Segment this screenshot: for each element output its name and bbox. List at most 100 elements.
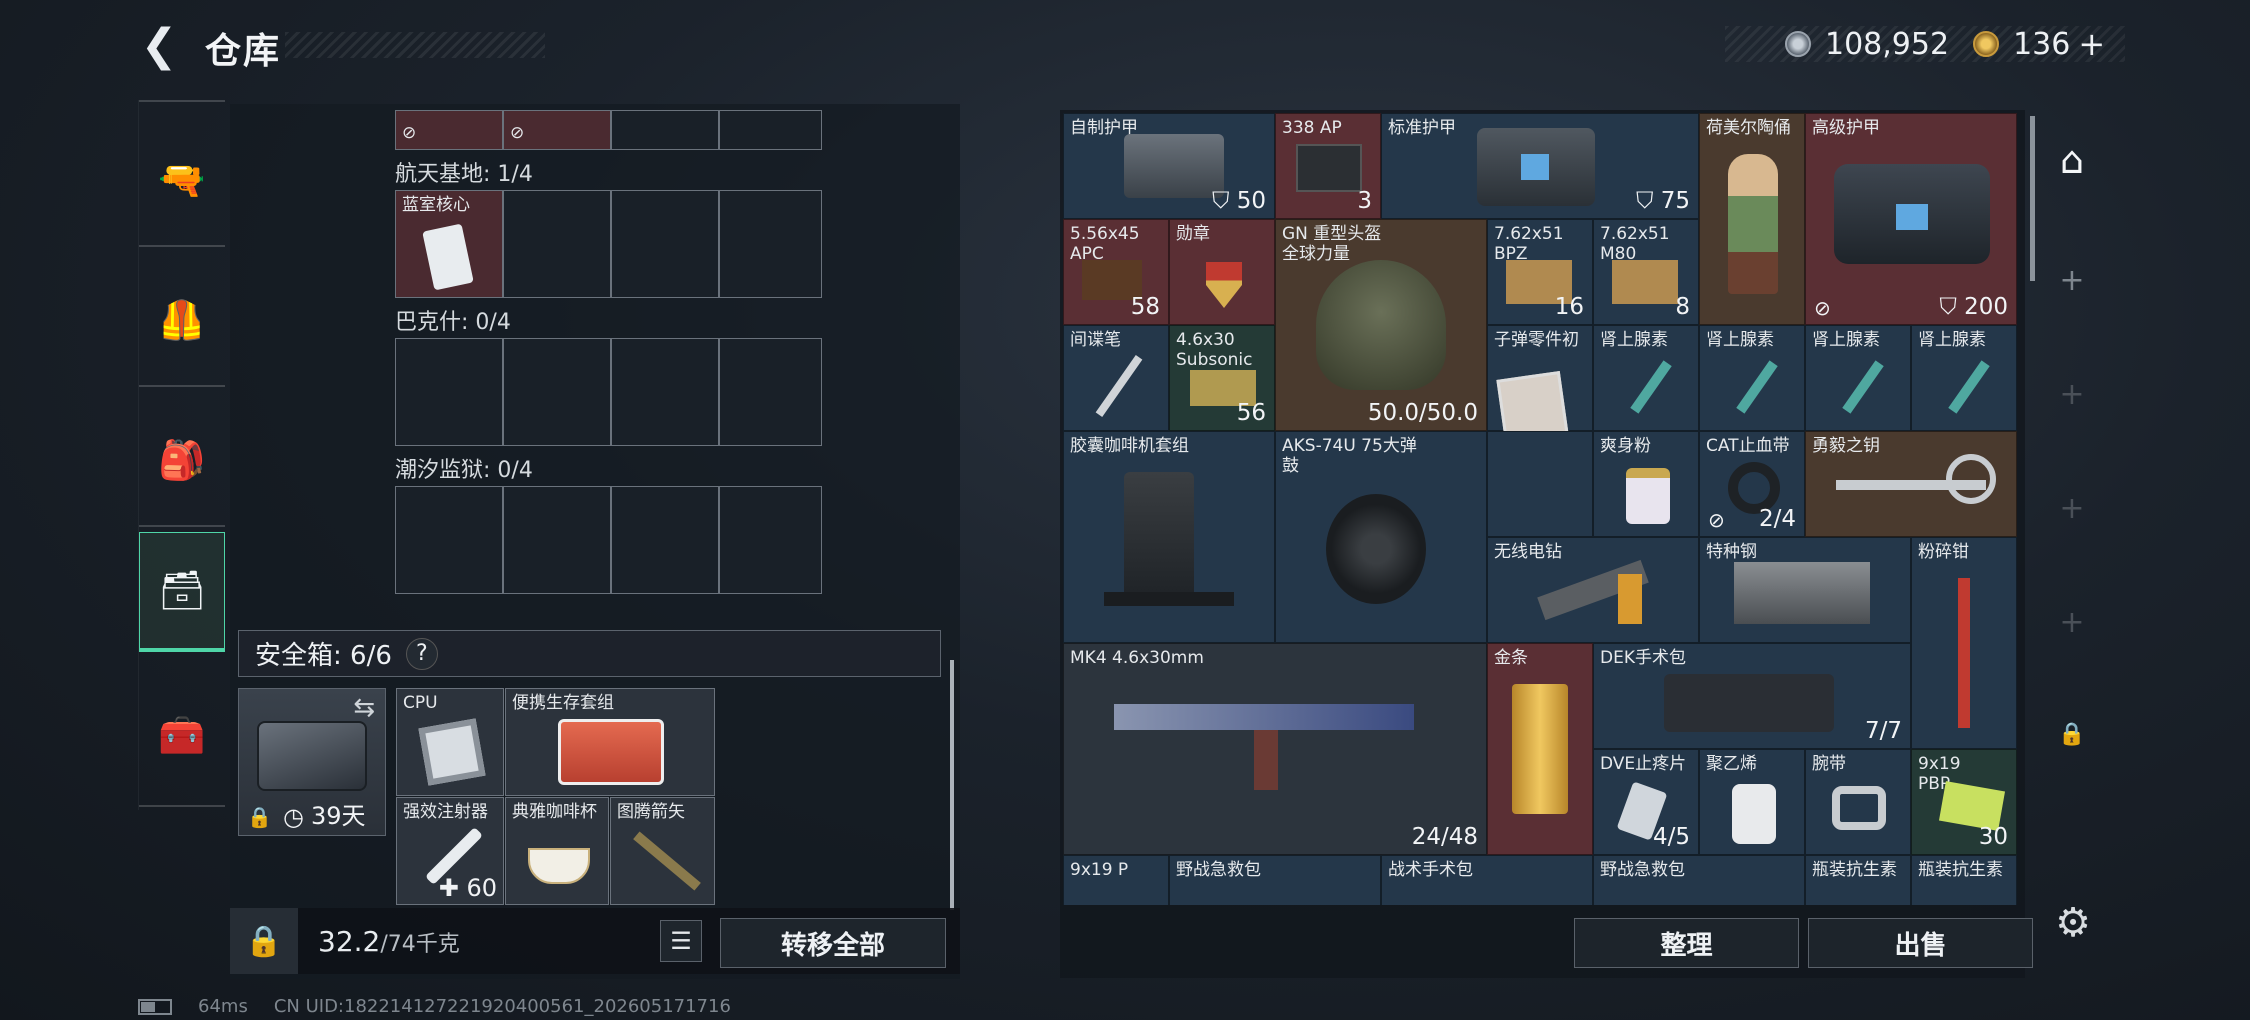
inventory-item[interactable]: DVE止疼片 4/5 <box>1593 749 1699 855</box>
inventory-item[interactable]: 338 AP 3 <box>1275 113 1381 219</box>
lock-icon: 🔒 <box>247 805 272 829</box>
storage-slot[interactable] <box>719 338 822 446</box>
item-name: 7.62x51 M80 <box>1600 224 1670 264</box>
storage-slot[interactable] <box>503 486 611 594</box>
armor-icon[interactable]: 🦺 <box>139 260 225 380</box>
inventory-item[interactable]: GN 重型头盔 全球力量 50.0/50.0 <box>1275 219 1487 431</box>
gold-bar-art <box>1512 684 1568 814</box>
inventory-item[interactable]: DEK手术包 7/7 <box>1593 643 1911 749</box>
inventory-item[interactable]: 标准护甲 ⛉ 75 <box>1381 113 1699 219</box>
toolbox-icon[interactable]: 🧰 <box>139 675 225 795</box>
storage-tab-main-icon[interactable]: ⌂ <box>2036 124 2108 196</box>
inventory-item[interactable]: 5.56x45 APC 58 <box>1063 219 1169 325</box>
vest-art <box>1477 128 1595 206</box>
scrollbar[interactable] <box>950 660 954 910</box>
safe-item-injector[interactable]: 强效注射器 ✚ 60 <box>396 797 504 905</box>
inventory-item[interactable]: 野战急救包 <box>1169 855 1381 905</box>
add-storage-button[interactable]: + <box>2036 358 2108 430</box>
inventory-item[interactable]: 特种钢 <box>1699 537 1911 643</box>
item-name: 标准护甲 <box>1388 118 1456 138</box>
inventory-item[interactable]: 野战急救包 <box>1593 855 1805 905</box>
scrollbar[interactable] <box>2030 116 2035 281</box>
safe-item-cpu[interactable]: CPU <box>396 688 504 796</box>
inventory-item[interactable]: 勋章 <box>1169 219 1275 325</box>
inventory-item[interactable]: 瓶装抗生素 <box>1805 855 1911 905</box>
inventory-item[interactable]: 战术手术包 <box>1381 855 1593 905</box>
add-storage-button[interactable]: + <box>2036 244 2108 316</box>
inventory-item[interactable]: AKS-74U 75大弹鼓 <box>1275 431 1487 643</box>
gear-icon[interactable]: ⚙ <box>2048 898 2098 948</box>
safe-case-slot[interactable]: ⇆ 🔒 ◷ 39天 <box>238 688 386 836</box>
inventory-item[interactable]: 肾上腺素 <box>1805 325 1911 431</box>
transfer-all-button[interactable]: 转移全部 <box>720 918 946 968</box>
item-name: 野战急救包 <box>1176 860 1261 880</box>
backpack-icon[interactable]: 🎒 <box>139 400 225 520</box>
swap-icon[interactable]: ⇆ <box>353 693 375 723</box>
container-icon[interactable]: 🗃 <box>139 532 225 652</box>
storage-slot[interactable] <box>719 486 822 594</box>
safe-item-coffee-cup[interactable]: 典雅咖啡杯 <box>505 797 609 905</box>
add-storage-button[interactable]: + <box>2036 586 2108 658</box>
item-name: 粉碎钳 <box>1918 542 1969 562</box>
inventory-item[interactable]: 聚乙烯 <box>1699 749 1805 855</box>
storage-slot[interactable]: ⊘ <box>503 110 611 150</box>
storage-slot[interactable] <box>611 338 719 446</box>
back-button[interactable]: ❮ <box>138 20 180 71</box>
storage-slot[interactable] <box>611 110 719 150</box>
item-name: 战术手术包 <box>1388 860 1473 880</box>
inventory-item[interactable]: CAT止血带 ⊘ 2/4 <box>1699 431 1805 537</box>
storage-slot[interactable] <box>719 190 822 298</box>
inventory-item[interactable]: 9x19 PBP 30 <box>1911 749 2017 855</box>
sell-button[interactable]: 出售 <box>1808 918 2033 968</box>
inventory-item[interactable] <box>1487 431 1593 537</box>
list-icon[interactable]: ☰ <box>660 920 702 962</box>
storage-slot[interactable]: 蓝室核心 <box>395 190 503 298</box>
clock-icon: ◷ <box>283 803 304 831</box>
item-name: 5.56x45 APC <box>1070 224 1140 264</box>
safe-box-header: 安全箱: 6/6 ? <box>238 630 941 677</box>
inventory-item[interactable]: 高级护甲 ⊘ ⛉ 200 <box>1805 113 2017 325</box>
inventory-item[interactable]: 粉碎钳 <box>1911 537 2017 749</box>
helmet-art <box>1316 260 1446 390</box>
inventory-item[interactable]: 胶囊咖啡机套组 <box>1063 431 1275 643</box>
storage-slot[interactable] <box>611 190 719 298</box>
inventory-item[interactable]: 9x19 P <box>1063 855 1169 905</box>
add-storage-button[interactable]: + <box>2036 472 2108 544</box>
cutter-art <box>1958 578 1970 728</box>
inventory-item[interactable]: 间谍笔 <box>1063 325 1169 431</box>
inventory-item[interactable]: 爽身粉 <box>1593 431 1699 537</box>
sort-button[interactable]: 整理 <box>1574 918 1799 968</box>
inventory-item[interactable]: 荷美尔陶俑 <box>1699 113 1805 325</box>
inventory-item[interactable]: 7.62x51 M80 8 <box>1593 219 1699 325</box>
item-count: 7/7 <box>1864 718 1902 744</box>
inventory-item[interactable]: 肾上腺素 <box>1699 325 1805 431</box>
storage-slot[interactable] <box>611 486 719 594</box>
safe-item-survival-kit[interactable]: 便携生存套组 <box>505 688 715 796</box>
weapon-icon[interactable]: 🔫 <box>139 120 225 240</box>
storage-slot[interactable]: ⊘ <box>395 110 503 150</box>
storage-slot[interactable] <box>719 110 822 150</box>
help-icon[interactable]: ? <box>405 637 438 670</box>
item-name: 蓝室核心 <box>402 195 470 215</box>
storage-slot[interactable] <box>503 338 611 446</box>
inventory-item[interactable]: 4.6x30 Subsonic 56 <box>1169 325 1275 431</box>
lock-icon[interactable]: 🔒 <box>230 908 298 974</box>
safe-item-totem-arrow[interactable]: 图腾箭矢 <box>610 797 715 905</box>
inventory-item[interactable]: 自制护甲 ⛉ 50 <box>1063 113 1275 219</box>
storage-slot[interactable] <box>395 486 503 594</box>
inventory-item[interactable]: 7.62x51 BPZ 16 <box>1487 219 1593 325</box>
inventory-item[interactable]: 金条 <box>1487 643 1593 855</box>
inventory-item[interactable]: MK4 4.6x30mm 24/48 <box>1063 643 1487 855</box>
inventory-item[interactable]: 腕带 <box>1805 749 1911 855</box>
add-currency-button[interactable]: + <box>2078 25 2105 63</box>
item-count: 4/5 <box>1652 824 1690 850</box>
inventory-item[interactable]: 无线电钻 <box>1487 537 1699 643</box>
storage-slot[interactable] <box>395 338 503 446</box>
inventory-item[interactable]: 勇毅之钥 <box>1805 431 2017 537</box>
inventory-item[interactable]: 瓶装抗生素 <box>1911 855 2017 905</box>
inventory-item[interactable]: 肾上腺素 <box>1593 325 1699 431</box>
storage-slot[interactable] <box>503 190 611 298</box>
inventory-item[interactable]: 肾上腺素 <box>1911 325 2017 431</box>
ammo-count: 24/48 <box>1411 824 1478 850</box>
item-name: 无线电钻 <box>1494 542 1562 562</box>
